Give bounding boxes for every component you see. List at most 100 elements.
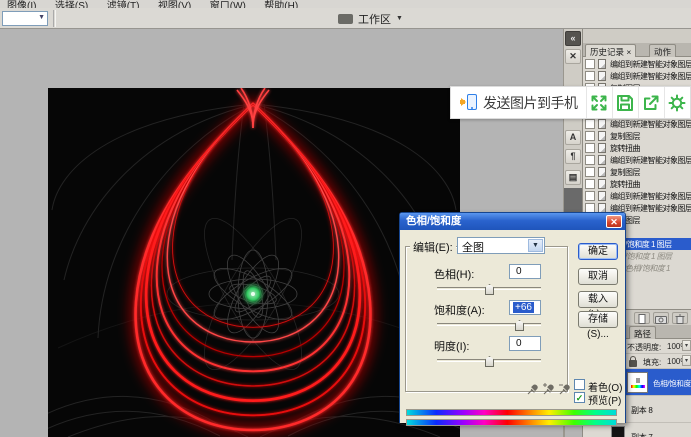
history-state-icon [598,191,606,201]
eyedropper-icon[interactable] [526,382,539,396]
preview-checkbox[interactable]: ✓ [574,392,585,403]
share-button[interactable] [638,87,664,118]
preview-label: 预览(P) [588,392,621,407]
send-to-phone-icon [460,93,477,112]
hue-spectrum-bar-top [406,409,617,416]
history-state-icon [598,167,606,177]
eyedropper-plus-icon[interactable] [542,382,555,396]
viewer-overlay-toolbar: 发送图片到手机 [450,86,691,119]
dialog-body: 编辑(E): 全图 ▼ 色相(H): 0 饱和度(A): +66 明度(I): … [400,230,625,423]
hue-input[interactable]: 0 [509,264,541,279]
workspace-label: 工作区 [358,11,391,27]
options-separator [53,10,56,27]
history-entry[interactable]: 编组到新建智能对象图层中 [583,190,691,202]
slice-icon: ✕ [569,52,577,61]
gear-icon [666,92,688,114]
saturation-slider[interactable] [437,323,541,326]
send-to-phone-label: 发送图片到手机 [483,93,578,113]
eyedropper-minus-icon[interactable] [558,382,571,396]
lightness-input[interactable]: 0 [509,336,541,351]
menu-help[interactable]: 帮助(H) [264,0,298,8]
hue-saturation-dialog[interactable]: 色相/饱和度 ✕ 编辑(E): 全图 ▼ 色相(H): 0 饱和度(A): +6… [399,212,626,423]
share-icon [640,92,662,114]
history-entry[interactable]: 编组到新建智能对象图层中 [583,70,691,82]
adjustment-layer-thumbnail[interactable] [627,372,648,393]
panel-icon-notes[interactable]: ▤ [565,170,581,185]
history-entry[interactable]: 复制图层 [583,166,691,178]
tab-paths[interactable]: 路径 [629,326,656,339]
settings-button[interactable] [664,87,690,118]
edit-label: 编辑(E): [410,239,456,255]
fill-spinner[interactable]: ▾ [682,355,691,366]
panel-icon-paragraph[interactable]: ¶ [565,149,581,164]
history-entry[interactable]: 旋转扭曲 [583,142,691,154]
history-state-icon [598,59,606,69]
expand-arrows-icon [588,92,610,114]
ok-button[interactable]: 确定 [578,243,618,260]
cancel-button[interactable]: 取消 [578,268,618,285]
photoshop-window: 图像(I) 选择(S) 滤镜(T) 视图(V) 窗口(W) 帮助(H) ▼ 工作… [0,0,691,437]
collapse-icon: « [570,34,575,43]
lightness-label: 明度(I): [434,338,469,354]
send-to-phone-button[interactable]: 发送图片到手机 [451,87,586,118]
character-panel-icon: A [570,133,577,142]
menu-bar: 图像(I) 选择(S) 滤镜(T) 视图(V) 窗口(W) 帮助(H) [0,0,691,8]
saturation-label: 饱和度(A): [434,302,485,318]
delete-state-button[interactable] [672,312,688,324]
workspace-icon [338,14,353,24]
close-tab-icon[interactable]: × [626,47,631,57]
new-snapshot-button[interactable] [653,312,669,324]
history-source-well[interactable] [585,59,595,69]
history-state-icon [598,179,606,189]
fullscreen-button[interactable] [586,87,612,118]
dialog-title: 色相/饱和度 [406,215,461,227]
history-state-icon [598,155,606,165]
hue-spectrum-bar-bottom[interactable] [406,419,617,426]
tab-actions[interactable]: 动作 [649,44,676,57]
tool-preset-combo[interactable]: ▼ [2,11,48,26]
colorize-checkbox[interactable] [574,379,585,390]
workspace-button[interactable]: 工作区 ▼ [333,10,408,27]
save-icon [614,92,636,114]
close-icon[interactable]: ✕ [606,215,622,228]
load-button[interactable]: 载入(L)... [578,291,618,308]
menu-filter[interactable]: 滤镜(T) [107,0,140,8]
green-core-dot [251,292,255,296]
paragraph-panel-icon: ¶ [570,152,575,161]
trash-icon [674,314,686,324]
chevron-down-icon: ▼ [38,14,45,21]
menu-window[interactable]: 窗口(W) [210,0,246,8]
history-entry[interactable]: 复制图层 [583,130,691,142]
history-state-icon [598,131,606,141]
new-document-from-state-button[interactable] [634,312,650,324]
save-button[interactable] [612,87,638,118]
collapse-dock-button[interactable]: « [565,31,581,46]
chevron-down-icon: ▼ [396,15,403,22]
edit-channel-combo[interactable]: 全图 ▼ [457,237,545,254]
history-state-icon [598,71,606,81]
layer-thumbnail[interactable] [611,426,625,437]
opacity-spinner[interactable]: ▾ [682,340,691,351]
menu-select[interactable]: 选择(S) [55,0,88,8]
lightness-slider[interactable] [437,359,541,362]
chevron-down-icon: ▼ [528,239,543,252]
menu-image[interactable]: 图像(I) [7,0,36,8]
history-entry[interactable]: 编组到新建智能对象图层中 [583,118,691,130]
hue-slider[interactable] [437,287,541,290]
history-entry[interactable]: 编组到新建智能对象图层中 [583,154,691,166]
tab-history[interactable]: 历史记录 × [585,44,636,57]
history-entry[interactable]: 编组到新建智能对象图层中 [583,58,691,70]
save-button[interactable]: 存储(S)... [578,311,618,328]
panel-icon-character[interactable]: A [565,130,581,145]
panel-icon-slice[interactable]: ✕ [565,49,581,64]
dialog-title-bar[interactable]: 色相/饱和度 ✕ [400,213,625,230]
history-entry[interactable]: 旋转扭曲 [583,178,691,190]
edit-group-frame [405,246,568,392]
menu-view[interactable]: 视图(V) [158,0,191,8]
saturation-input[interactable]: +66 [509,300,541,315]
fill-label: 填充: [643,357,661,368]
notes-panel-icon: ▤ [569,173,578,182]
hue-label: 色相(H): [434,266,474,282]
lock-icon[interactable] [629,360,637,367]
history-tab-bar: 历史记录 × 动作 [583,43,691,57]
